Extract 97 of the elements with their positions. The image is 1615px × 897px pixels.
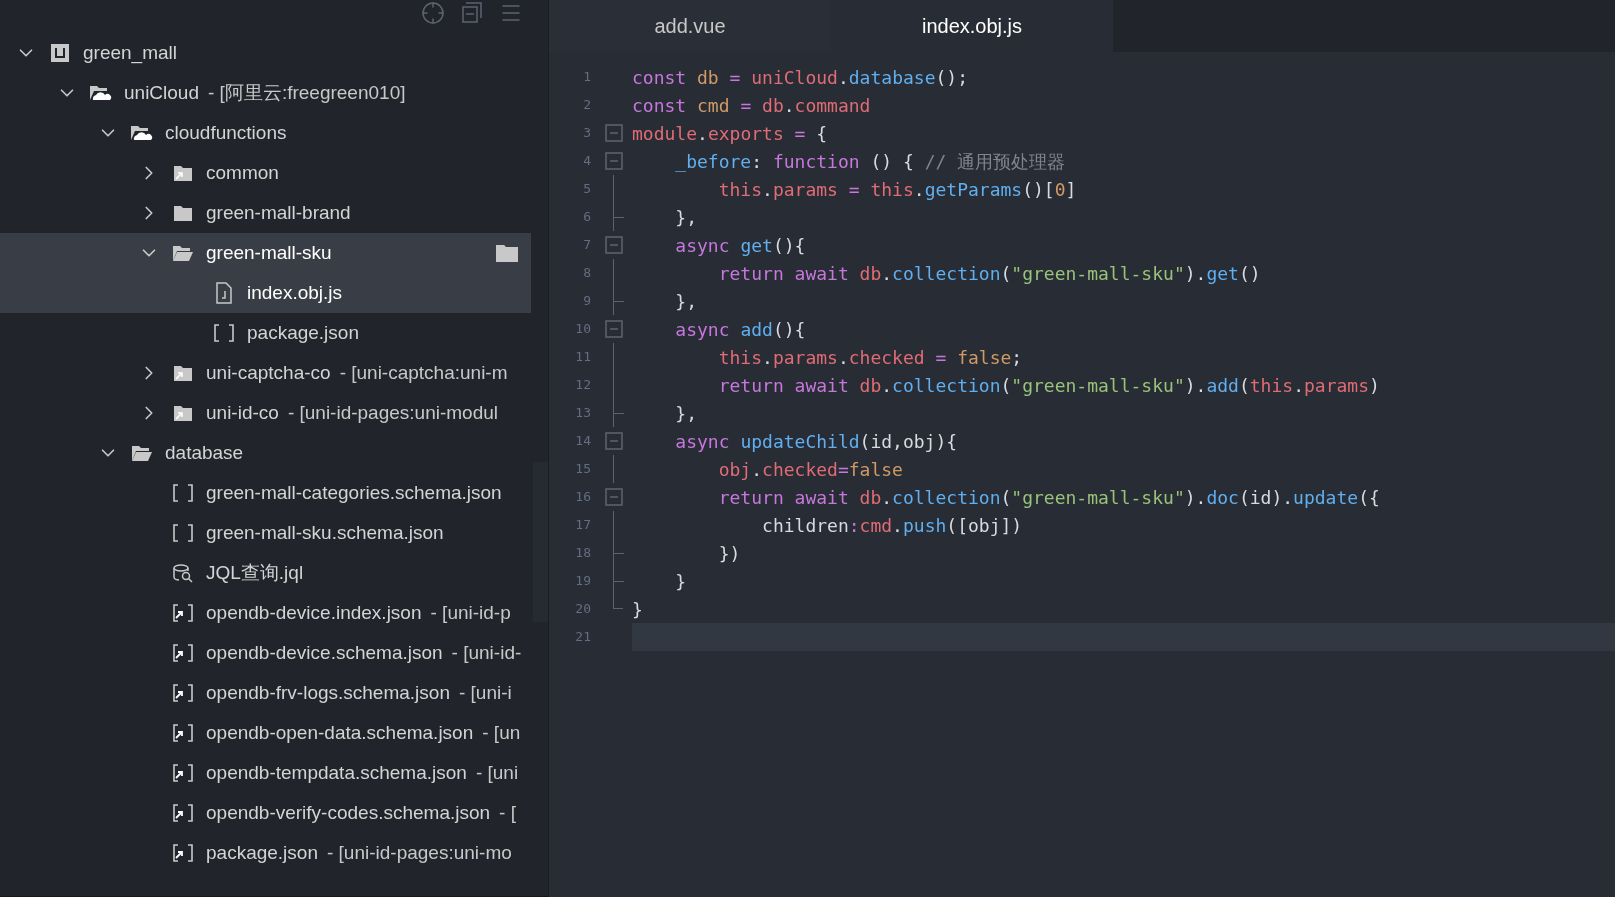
linked-brackets-icon: [172, 763, 194, 783]
code-line: async add(){: [674, 317, 807, 342]
tree-item-suffix: - [uni-id-pages:uni-modul: [287, 400, 499, 425]
code-line: obj.checked=false: [717, 457, 904, 482]
brackets-icon: [213, 323, 235, 343]
tree-item[interactable]: JQL查询.jql: [0, 553, 531, 593]
tree-item[interactable]: package.json - [uni-id-pages:uni-mo: [0, 833, 531, 873]
tree-item-suffix: - [uni-id-pages:uni-mo: [326, 840, 512, 865]
code-line: },: [674, 205, 699, 230]
cloud-folder-icon: [130, 123, 154, 143]
code-line: },: [674, 289, 699, 314]
tree-item[interactable]: green-mall-sku.schema.json: [0, 513, 531, 553]
code-line: return await db.collection("green-mall-sku").add(this.params): [717, 373, 1381, 398]
tree-item[interactable]: opendb-tempdata.schema.json - [uni: [0, 753, 531, 793]
line-number: 4: [582, 152, 591, 171]
code-line: const db = uniCloud.database();: [632, 65, 969, 90]
tree-item[interactable]: opendb-device.schema.json - [uni-id-: [0, 633, 531, 673]
line-number: 10: [574, 320, 591, 339]
cloud-folder-icon: [89, 83, 113, 103]
line-number: 6: [582, 208, 591, 227]
linked-brackets-icon: [172, 683, 194, 703]
tree-item-suffix: - [: [499, 800, 516, 825]
line-number: 16: [574, 488, 591, 507]
line-number: 17: [574, 516, 591, 535]
linked-folder-icon: [173, 164, 193, 182]
code-line: return await db.collection("green-mall-sku").get(): [717, 261, 1262, 286]
line-number: 21: [574, 628, 591, 647]
tree-item[interactable]: common: [0, 153, 531, 193]
linked-brackets-icon: [172, 803, 194, 823]
code-line: },: [674, 401, 699, 426]
locate-icon[interactable]: [421, 1, 445, 25]
linked-brackets-icon: [172, 843, 194, 863]
tree-item[interactable]: uni-id-co - [uni-id-pages:uni-modul: [0, 393, 531, 433]
project-icon: [50, 43, 70, 63]
line-number: 3: [582, 124, 591, 143]
linked-brackets-icon: [172, 603, 194, 623]
brackets-icon: [172, 523, 194, 543]
brackets-icon: [172, 483, 194, 503]
editor-tab[interactable]: index.obj.js: [831, 0, 1113, 52]
tree-item[interactable]: green-mall-sku: [0, 233, 531, 273]
tree-item-suffix: - [uni: [475, 760, 519, 785]
tree-item-suffix: - [阿里云:freegreen010]: [208, 80, 406, 105]
tree-item-suffix: - [un: [482, 720, 521, 745]
folder-icon: [173, 204, 193, 222]
linked-folder-icon: [173, 404, 193, 422]
tree-item[interactable]: opendb-frv-logs.schema.json - [uni-i: [0, 673, 531, 713]
tree-item[interactable]: cloudfunctions: [0, 113, 531, 153]
tree-item[interactable]: green_mall: [0, 33, 531, 73]
linked-brackets-icon: [172, 723, 194, 743]
line-number: 13: [574, 404, 591, 423]
tree-item[interactable]: package.json: [0, 313, 531, 353]
line-number: 1: [582, 68, 591, 87]
line-number: 2: [582, 96, 591, 115]
code-line: const cmd = db.command: [632, 93, 872, 118]
line-number: 20: [574, 600, 591, 619]
file-icon: [215, 282, 233, 304]
tree-item[interactable]: uniCloud - [阿里云:freegreen010]: [0, 73, 531, 113]
code-line: this.params.checked = false;: [717, 345, 1024, 370]
tree-item[interactable]: opendb-verify-codes.schema.json - [: [0, 793, 531, 833]
linked-brackets-icon: [172, 643, 194, 663]
folder-icon[interactable]: [495, 243, 519, 263]
code-line: module.exports = {: [632, 121, 829, 146]
tree-item-suffix: - [uni-i: [458, 680, 512, 705]
code-line: return await db.collection("green-mall-sku").doc(id).update({: [717, 485, 1381, 510]
open-folder-icon: [131, 444, 153, 462]
line-number: 8: [582, 264, 591, 283]
code-line: this.params = this.getParams()[0]: [717, 177, 1078, 202]
tree-item[interactable]: green-mall-categories.schema.json: [0, 473, 531, 513]
code-line: children:cmd.push([obj]): [761, 513, 1024, 538]
tree-item[interactable]: index.obj.js: [0, 273, 531, 313]
line-number: 5: [582, 180, 591, 199]
tree-item[interactable]: database: [0, 433, 531, 473]
code-line: }: [632, 597, 644, 622]
code-line: _before: function () { // 通用预处理器: [674, 149, 1067, 174]
code-line: async get(){: [674, 233, 807, 258]
line-number: 14: [574, 432, 591, 451]
line-number: 15: [574, 460, 591, 479]
code-line: }: [674, 569, 688, 594]
tree-item[interactable]: uni-captcha-co - [uni-captcha:uni-m: [0, 353, 531, 393]
linked-folder-icon: [173, 364, 193, 382]
line-number: 18: [574, 544, 591, 563]
code-line: }): [717, 541, 742, 566]
line-number: 19: [574, 572, 591, 591]
tree-item-suffix: - [uni-captcha:uni-m: [339, 360, 508, 385]
tree-item-suffix: - [uni-id-: [451, 640, 522, 665]
line-number: 7: [582, 236, 591, 255]
code-line: async updateChild(id,obj){: [674, 429, 959, 454]
database-search-icon: [172, 563, 194, 583]
tree-item[interactable]: opendb-open-data.schema.json - [un: [0, 713, 531, 753]
line-number: 9: [582, 292, 591, 311]
tree-item-suffix: - [uni-id-p: [430, 600, 511, 625]
open-folder-icon: [172, 244, 194, 262]
line-number: 12: [574, 376, 591, 395]
line-number: 11: [574, 348, 591, 367]
tree-item[interactable]: green-mall-brand: [0, 193, 531, 233]
tree-item[interactable]: opendb-device.index.json - [uni-id-p: [0, 593, 531, 633]
editor-tab[interactable]: add.vue: [549, 0, 831, 52]
